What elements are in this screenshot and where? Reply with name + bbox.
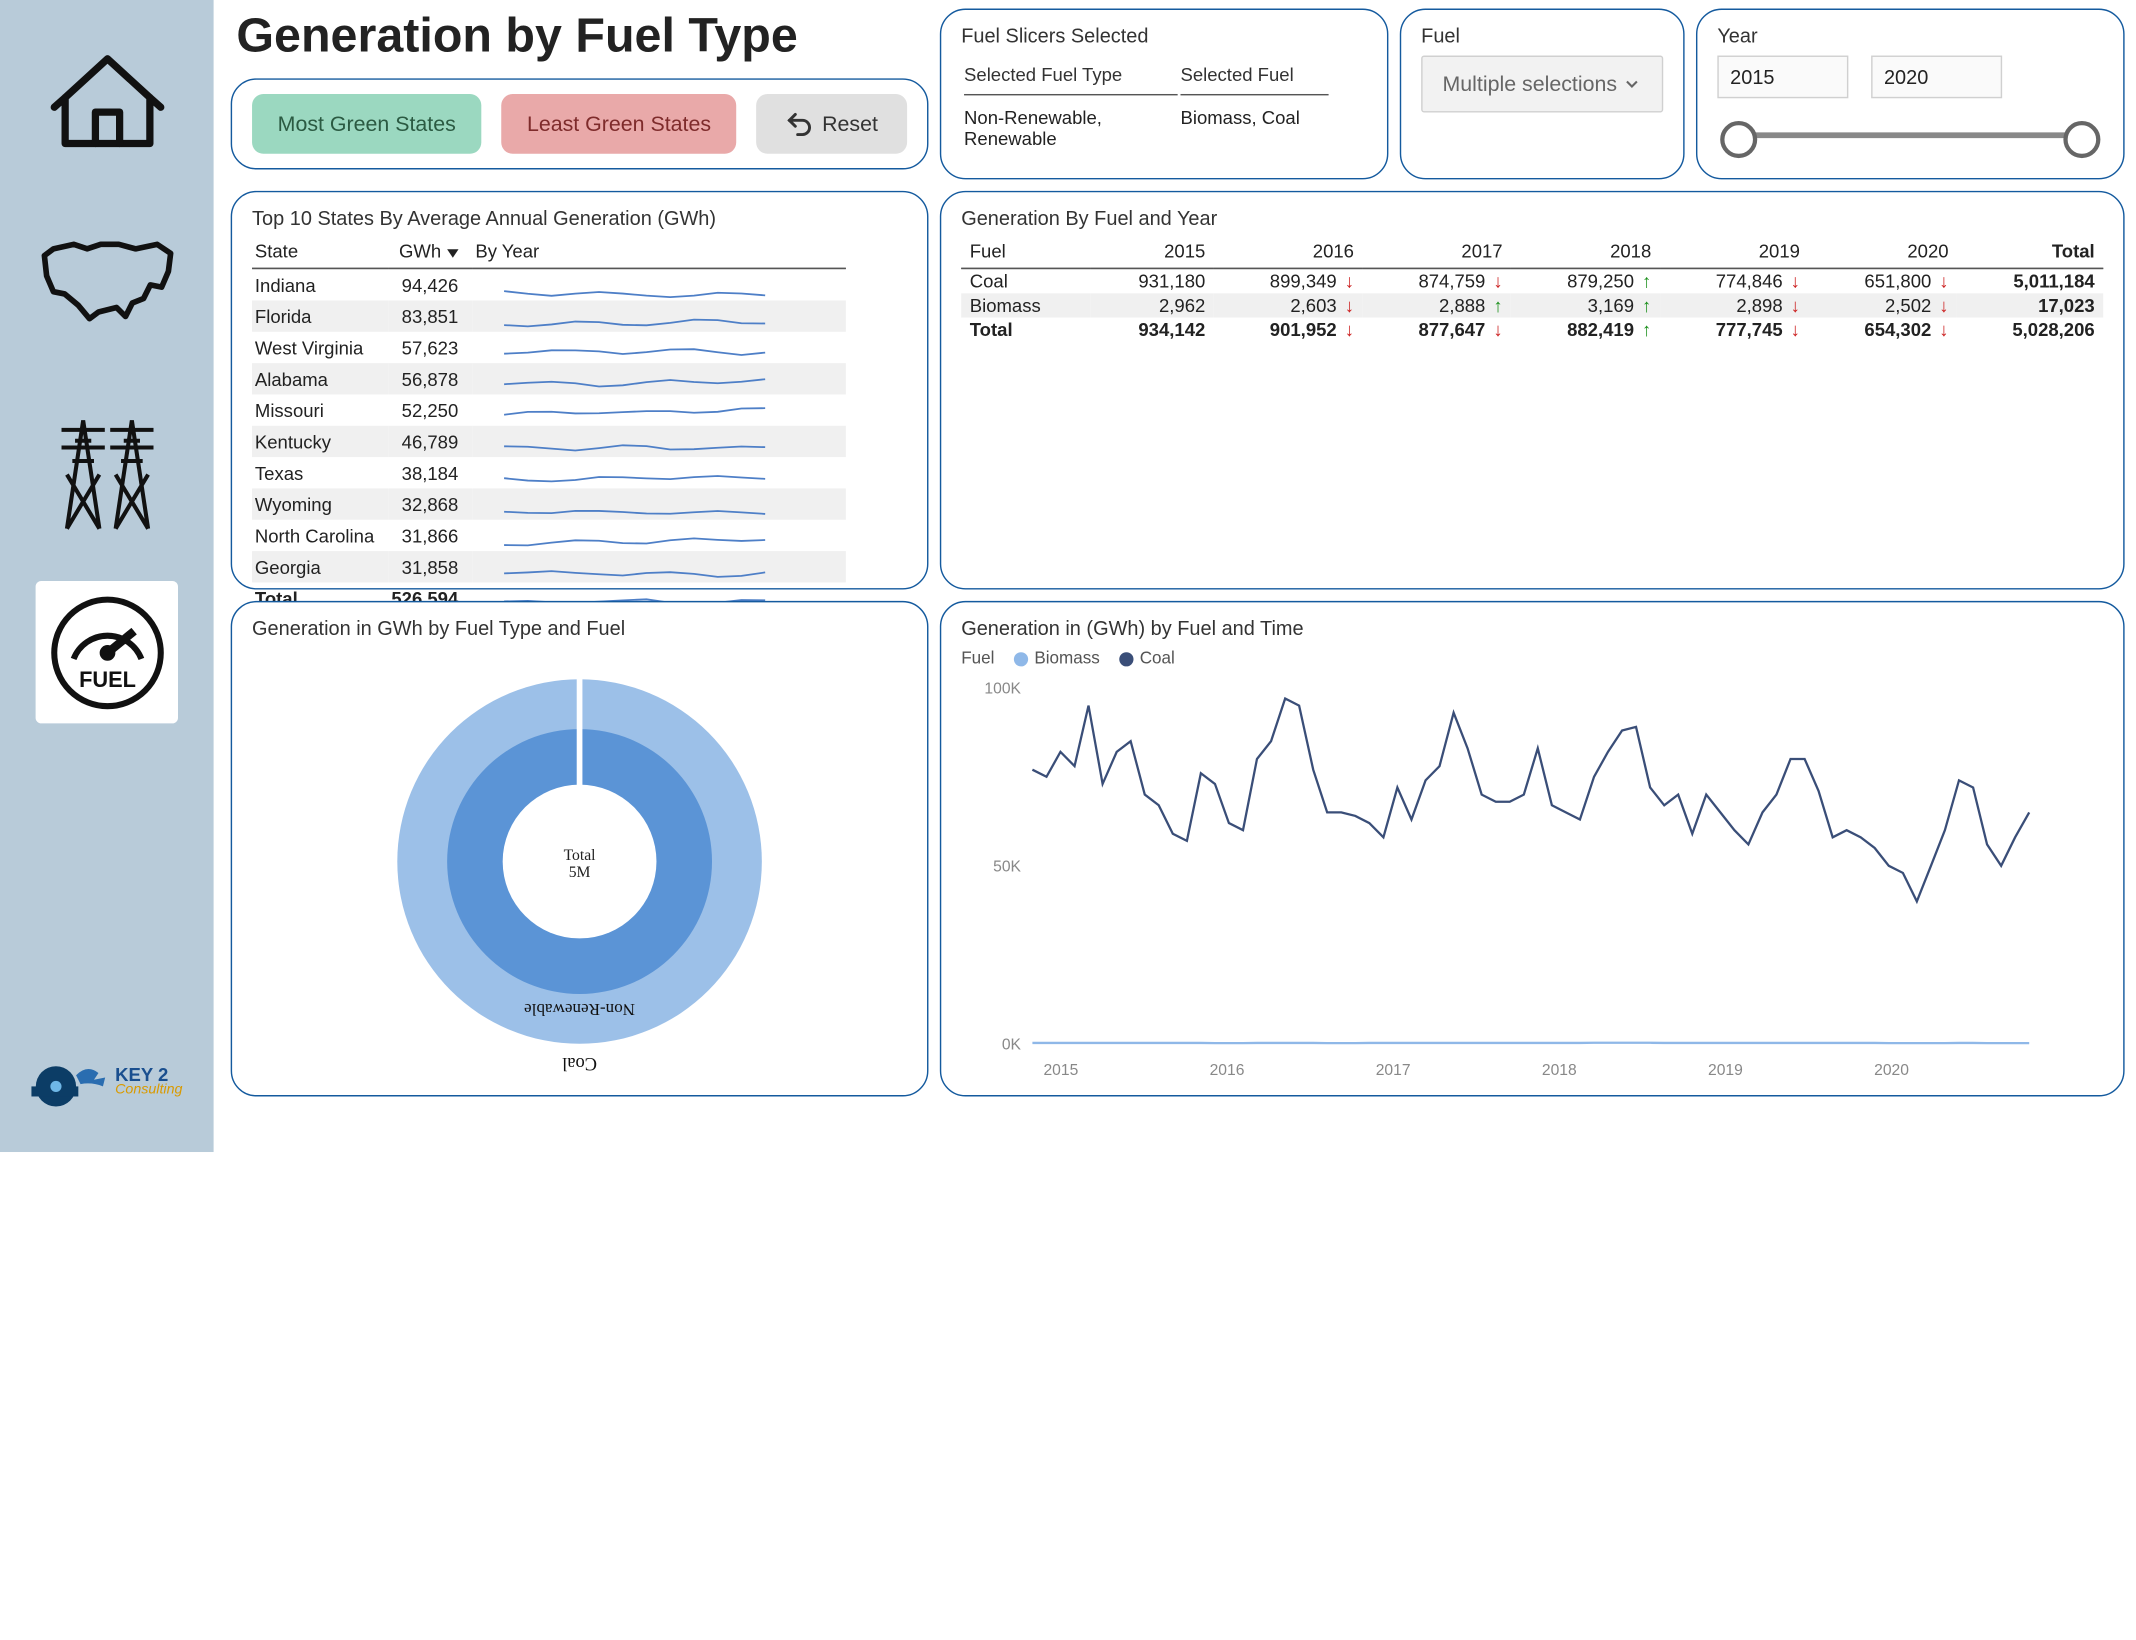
svg-text:2015: 2015 <box>1043 1062 1078 1079</box>
chevron-down-icon <box>1622 74 1642 94</box>
svg-text:2018: 2018 <box>1542 1062 1577 1079</box>
table-row[interactable]: Biomass2,962 2,603 ↓2,888 ↑3,169 ↑2,898 … <box>961 293 2103 317</box>
timeline-card: Generation in (GWh) by Fuel and Time Fue… <box>940 601 2125 1097</box>
donut-center-label: Total <box>366 847 793 864</box>
svg-text:2017: 2017 <box>1376 1062 1411 1079</box>
undo-icon <box>785 110 813 138</box>
timeline-chart[interactable]: 100K 50K 0K 2015 2016 2017 2018 2019 2020 <box>961 674 2043 1087</box>
fuel-filter-card: Fuel Multiple selections <box>1400 9 1685 180</box>
table-row[interactable]: Kentucky46,789 <box>252 426 846 457</box>
top-states-card: Top 10 States By Average Annual Generati… <box>231 191 929 590</box>
logo: KEY 2 Consulting <box>7 1052 206 1109</box>
year-from-input[interactable]: 2015 <box>1717 56 1848 99</box>
year-to-input[interactable]: 2020 <box>1871 56 2002 99</box>
page-title: Generation by Fuel Type <box>236 9 928 65</box>
map-icon <box>39 236 174 329</box>
logo-text-2: Consulting <box>115 1083 182 1097</box>
most-green-button[interactable]: Most Green States <box>252 94 481 154</box>
table-row[interactable]: North Carolina31,866 <box>252 520 846 551</box>
home-icon <box>46 36 167 157</box>
fuel-gauge-icon: FUEL <box>46 592 167 713</box>
donut-chart[interactable]: Non-Renewable Coal Total 5M <box>366 648 793 1082</box>
donut-outer-label: Coal <box>562 1053 597 1073</box>
table-row[interactable]: Alabama56,878 <box>252 363 846 394</box>
top-states-table: State GWh By Year Indiana94,426Florida83… <box>252 238 846 614</box>
logo-text-1: KEY 2 <box>115 1064 182 1083</box>
power-lines-icon <box>39 399 174 534</box>
reset-button[interactable]: Reset <box>757 94 907 154</box>
year-slider[interactable] <box>1717 118 2103 149</box>
svg-text:100K: 100K <box>984 680 1021 697</box>
sidebar: FUEL KEY 2 Consulting <box>0 0 214 1152</box>
year-filter-label: Year <box>1717 24 2103 47</box>
least-green-button[interactable]: Least Green States <box>501 94 736 154</box>
nav-home[interactable] <box>36 26 178 168</box>
slicers-title: Fuel Slicers Selected <box>961 24 1367 47</box>
table-row[interactable]: West Virginia57,623 <box>252 332 846 363</box>
table-row[interactable]: Florida83,851 <box>252 300 846 331</box>
table-row[interactable]: Coal931,180 899,349 ↓874,759 ↓879,250 ↑7… <box>961 268 2103 293</box>
year-slider-handle-start[interactable] <box>1720 121 1757 158</box>
buttons-card: Most Green States Least Green States Res… <box>231 78 929 169</box>
donut-inner-label: Non-Renewable <box>524 1000 635 1019</box>
fuel-select[interactable]: Multiple selections <box>1421 56 1663 113</box>
svg-text:2019: 2019 <box>1708 1062 1743 1079</box>
fuel-filter-label: Fuel <box>1421 24 1663 47</box>
svg-text:0K: 0K <box>1002 1036 1022 1053</box>
fuel-year-card: Generation By Fuel and Year Fuel20152016… <box>940 191 2125 590</box>
table-row[interactable]: Texas38,184 <box>252 457 846 488</box>
table-row[interactable]: Missouri52,250 <box>252 394 846 425</box>
fuel-year-title: Generation By Fuel and Year <box>961 206 2103 229</box>
svg-text:50K: 50K <box>993 858 1021 875</box>
nav-transmission[interactable] <box>36 396 178 538</box>
year-slider-handle-end[interactable] <box>2063 121 2100 158</box>
nav-fuel[interactable]: FUEL <box>36 581 178 723</box>
year-filter-card: Year 2015 2020 <box>1696 9 2125 180</box>
table-total-row: Total934,142 901,952 ↓877,647 ↓882,419 ↑… <box>961 318 2103 342</box>
timeline-legend: Fuel Biomass Coal <box>961 648 2103 668</box>
table-row[interactable]: Georgia31,858 <box>252 551 846 582</box>
svg-text:2016: 2016 <box>1210 1062 1245 1079</box>
donut-title: Generation in GWh by Fuel Type and Fuel <box>252 617 907 640</box>
timeline-title: Generation in (GWh) by Fuel and Time <box>961 617 2103 640</box>
slicers-table: Selected Fuel TypeSelected Fuel Non-Rene… <box>961 56 1331 153</box>
top-states-title: Top 10 States By Average Annual Generati… <box>252 206 907 229</box>
table-row[interactable]: Wyoming32,868 <box>252 488 846 519</box>
donut-card: Generation in GWh by Fuel Type and Fuel … <box>231 601 929 1097</box>
nav-states-map[interactable] <box>36 211 178 353</box>
svg-text:2020: 2020 <box>1874 1062 1909 1079</box>
fuel-year-table: Fuel201520162017201820192020TotalCoal931… <box>961 238 2103 342</box>
svg-text:FUEL: FUEL <box>78 666 135 691</box>
donut-center-value: 5M <box>366 864 793 881</box>
table-row[interactable]: Indiana94,426 <box>252 268 846 300</box>
logo-icon <box>31 1052 109 1109</box>
slicers-card: Fuel Slicers Selected Selected Fuel Type… <box>940 9 1389 180</box>
